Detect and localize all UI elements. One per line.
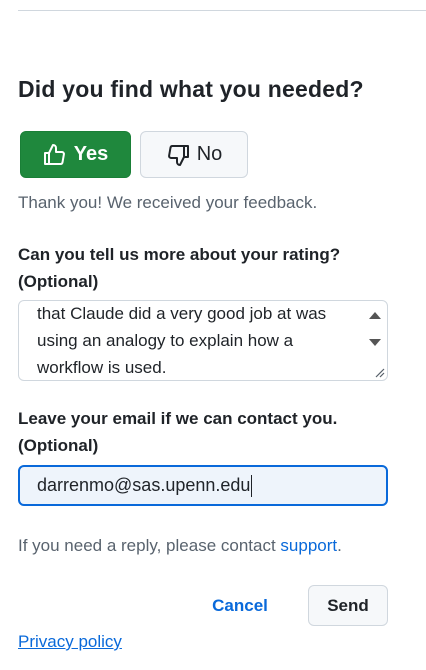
feedback-button-row: Yes No: [20, 131, 248, 178]
thanks-message: Thank you! We received your feedback.: [18, 193, 318, 212]
rating-question: Can you tell us more about your rating?: [18, 245, 341, 264]
text-caret: [251, 474, 253, 497]
email-value: darrenmo@sas.upenn.edu: [37, 475, 251, 495]
email-question: Leave your email if we can contact you.: [18, 409, 338, 428]
scroll-down-arrow-icon[interactable]: [369, 339, 381, 346]
rating-text-line: that Claude did a very good job at was: [37, 304, 327, 323]
feedback-question: Did you find what you needed?: [18, 76, 364, 102]
rating-text-line: workflow is used.: [37, 358, 167, 377]
reply-note: If you need a reply, please contact supp…: [18, 536, 342, 556]
rating-text-line: using an analogy to explain how a: [37, 331, 294, 350]
yes-label: Yes: [73, 143, 109, 165]
send-button[interactable]: Send: [308, 585, 388, 626]
no-label: No: [196, 143, 223, 165]
page-heading-partial: [18, 0, 318, 5]
support-link[interactable]: support: [280, 536, 337, 555]
reply-prefix: If you need a reply, please contact: [18, 536, 281, 555]
yes-button[interactable]: Yes: [20, 131, 131, 178]
rating-label: Can you tell us more about your rating? …: [18, 241, 418, 295]
email-label: Leave your email if we can contact you. …: [18, 405, 418, 459]
rating-textarea[interactable]: that Claude did a very good job at was u…: [18, 300, 388, 381]
email-field[interactable]: darrenmo@sas.upenn.edu: [18, 465, 388, 506]
scroll-up-arrow-icon[interactable]: [369, 312, 381, 319]
thumbs-down-icon: [167, 144, 189, 166]
email-optional: (Optional): [18, 436, 99, 455]
section-divider: [18, 10, 426, 11]
resize-handle-icon[interactable]: [373, 366, 385, 378]
rating-text: that Claude did a very good job at was u…: [37, 301, 347, 380]
cancel-button[interactable]: Cancel: [198, 586, 282, 626]
privacy-policy-link[interactable]: Privacy policy: [18, 632, 122, 652]
thumbs-up-icon: [43, 143, 65, 165]
no-button[interactable]: No: [140, 131, 248, 178]
rating-optional: (Optional): [18, 272, 99, 291]
reply-suffix: .: [337, 536, 342, 555]
